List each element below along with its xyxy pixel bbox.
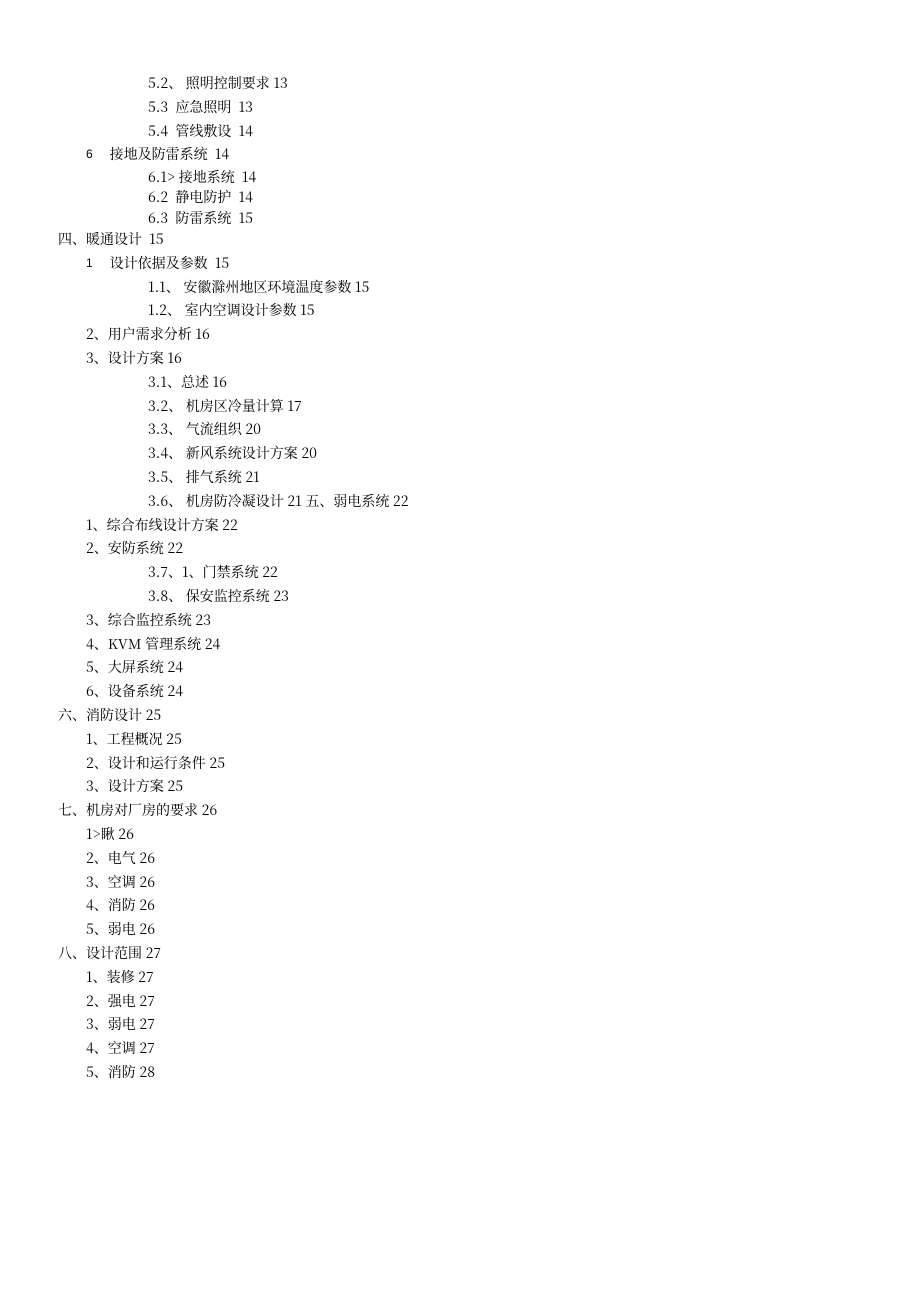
toc-entry: 6.1> 接地系统 14: [148, 167, 862, 187]
toc-entry-text: 设计依据及参数 15: [110, 253, 230, 273]
toc-entry: 3.4、 新风系统设计方案 20: [148, 442, 862, 466]
toc-entry: 5.3 应急照明 13: [148, 96, 862, 120]
toc-entry-text: 接地及防雷系统 14: [110, 144, 230, 164]
toc-entry: 2、强电 27: [86, 990, 862, 1014]
toc-entry: 1、装修 27: [86, 966, 862, 990]
toc-entry: 3.2、 机房区冷量计算 17: [148, 395, 862, 419]
toc-entry: 6、设备系统 24: [86, 680, 862, 704]
toc-entry: 4、KVM 管理系统 24: [86, 633, 862, 657]
toc-entry: 3、设计方案 25: [86, 775, 862, 799]
toc-entry: 4、空调 27: [86, 1037, 862, 1061]
toc-entry: 3、弱电 27: [86, 1013, 862, 1037]
toc-entry: 5.4 管线敷设 14: [148, 120, 862, 144]
toc-entry: 2、安防系统 22: [86, 537, 862, 561]
section-heading: 六、消防设计 25: [58, 704, 862, 728]
toc-entry: 1、综合布线设计方案 22: [86, 514, 862, 538]
toc-entry: 5、大屏系统 24: [86, 656, 862, 680]
toc-entry: 3.5、 排气系统 21: [148, 466, 862, 490]
toc-entry: 5.2、 照明控制要求 13: [148, 72, 862, 96]
toc-entry: 3.3、 气流组织 20: [148, 418, 862, 442]
toc-entry: 3.8、 保安监控系统 23: [148, 585, 862, 609]
toc-entry: 3、空调 26: [86, 871, 862, 895]
toc-entry: 1、工程概况 25: [86, 728, 862, 752]
toc-entry: 6.2 静电防护 14: [148, 187, 862, 207]
toc-entry: 1>瞅 26: [86, 823, 862, 847]
toc-entry: 3.6、 机房防冷凝设计 21 五、弱电系统 22: [148, 490, 862, 514]
section-number: 1: [86, 252, 100, 273]
toc-entry: 4、消防 26: [86, 894, 862, 918]
section-heading: 七、机房对厂房的要求 26: [58, 799, 862, 823]
toc-entry: 2、设计和运行条件 25: [86, 752, 862, 776]
toc-page: 5.2、 照明控制要求 13 5.3 应急照明 13 5.4 管线敷设 14 6…: [0, 0, 920, 1145]
section-number: 6: [86, 143, 100, 164]
toc-entry: 1.1、 安徽滁州地区环境温度参数 15: [148, 276, 862, 300]
toc-entry: 3、设计方案 16: [86, 347, 862, 371]
toc-entry: 3.1、总述 16: [148, 371, 862, 395]
toc-entry: 5、消防 28: [86, 1061, 862, 1085]
toc-entry: 3、综合监控系统 23: [86, 609, 862, 633]
toc-entry: 3.7、1、门禁系统 22: [148, 561, 862, 585]
toc-entry: 2、电气 26: [86, 847, 862, 871]
toc-entry: 1.2、 室内空调设计参数 15: [148, 299, 862, 323]
toc-entry: 2、用户需求分析 16: [86, 323, 862, 347]
toc-entry: 5、弱电 26: [86, 918, 862, 942]
toc-entry: 6 接地及防雷系统 14: [86, 143, 862, 167]
section-heading: 八、设计范围 27: [58, 942, 862, 966]
toc-entry: 6.3 防雷系统 15: [148, 208, 862, 228]
section-heading: 四、暖通设计 15: [58, 228, 862, 252]
toc-entry: 1 设计依据及参数 15: [86, 252, 862, 276]
